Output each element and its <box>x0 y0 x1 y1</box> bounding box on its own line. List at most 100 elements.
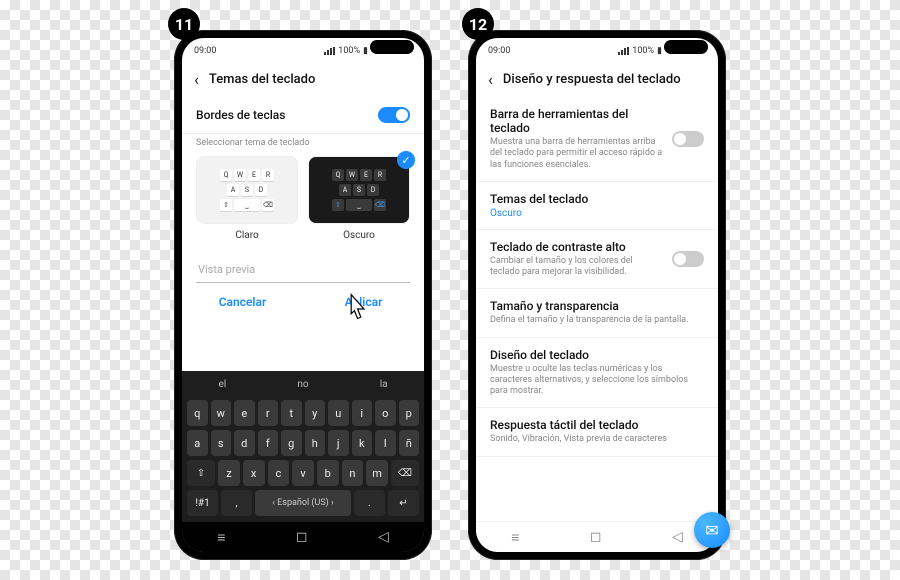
toolbar-toggle[interactable] <box>672 131 704 147</box>
key-m[interactable]: m <box>366 460 388 486</box>
row-themes[interactable]: Temas del teclado Oscuro <box>476 182 718 230</box>
key-t[interactable]: t <box>281 400 302 426</box>
row-layout[interactable]: Diseño del teclado Muestre u oculte las … <box>476 338 718 409</box>
key-p[interactable]: p <box>399 400 420 426</box>
themes-label: Temas del teclado <box>490 192 704 206</box>
cancel-button[interactable]: Cancelar <box>182 295 303 309</box>
signal-icon <box>618 47 629 55</box>
theme-option-light[interactable]: QWER ASD ⇧⎵⌫ Claro <box>196 156 298 241</box>
toolbar-sub: Muestra una barra de herramientas arriba… <box>490 137 664 171</box>
key-s[interactable]: s <box>211 430 232 456</box>
select-theme-label: Seleccionar tema de teclado <box>182 134 424 156</box>
key-q[interactable]: q <box>187 400 208 426</box>
battery-percent: 100% <box>632 46 654 56</box>
back-icon[interactable]: ‹ <box>194 70 199 89</box>
back-icon[interactable]: ‹ <box>488 70 493 89</box>
row-key-borders[interactable]: Bordes de teclas <box>182 97 424 134</box>
chat-support-icon[interactable]: ✉ <box>694 512 730 548</box>
key-comma[interactable]: , <box>221 490 252 516</box>
row-high-contrast[interactable]: Teclado de contraste alto Cambiar el tam… <box>476 230 718 290</box>
battery-icon: ▮ <box>363 46 368 56</box>
android-navbar: ≡ ◻ ◁ <box>182 522 424 552</box>
feedback-label: Respuesta táctil del teclado <box>490 418 704 432</box>
phone-step-11: 11 09:00 100% ▮ ‹ Temas del teclado Bord… <box>174 30 432 560</box>
layout-sub: Muestre u oculte las teclas numéricas y … <box>490 364 704 398</box>
battery-percent: 100% <box>338 46 360 56</box>
feedback-sub: Sonido, Vibración, Vista previa de carac… <box>490 434 704 445</box>
size-sub: Defina el tamaño y la transparencia de l… <box>490 315 704 326</box>
key-a[interactable]: a <box>187 430 208 456</box>
key-z[interactable]: z <box>218 460 240 486</box>
layout-label: Diseño del teclado <box>490 348 704 362</box>
phone-step-12: 12 09:00 100% ▮ ‹ Diseño y respuesta del… <box>468 30 726 560</box>
key-l[interactable]: l <box>375 430 396 456</box>
size-label: Tamaño y transparencia <box>490 299 704 313</box>
nav-recents[interactable]: ≡ <box>511 529 519 546</box>
title-bar: ‹ Temas del teclado <box>182 62 424 97</box>
theme-preview-dark: ✓ QWER ASD ⇧⎵⌫ <box>308 156 410 224</box>
key-k[interactable]: k <box>352 430 373 456</box>
nav-recents[interactable]: ≡ <box>217 529 225 546</box>
key-j[interactable]: j <box>328 430 349 456</box>
key-i[interactable]: i <box>352 400 373 426</box>
step-badge-12: 12 <box>462 8 494 40</box>
key-r[interactable]: r <box>258 400 279 426</box>
key-f[interactable]: f <box>258 430 279 456</box>
key-x[interactable]: x <box>243 460 265 486</box>
key-y[interactable]: y <box>305 400 326 426</box>
key-e[interactable]: e <box>234 400 255 426</box>
key-o[interactable]: o <box>375 400 396 426</box>
suggestion-2[interactable]: no <box>263 371 344 398</box>
key-enye[interactable]: ñ <box>399 430 420 456</box>
key-space[interactable]: ‹ Español (US) › <box>255 490 351 516</box>
keyboard-dark: el no la q w e r t y u i o p a <box>182 371 424 552</box>
contrast-sub: Cambiar el tamaño y los colores del tecl… <box>490 256 664 279</box>
check-icon: ✓ <box>397 151 415 169</box>
key-g[interactable]: g <box>281 430 302 456</box>
apply-button[interactable]: Aplicar <box>303 295 424 309</box>
title-bar: ‹ Diseño y respuesta del teclado <box>476 62 718 97</box>
status-time: 09:00 <box>488 46 510 56</box>
theme-light-label: Claro <box>196 230 298 241</box>
toolbar-label: Barra de herramientas del teclado <box>490 107 664 135</box>
suggestion-3[interactable]: la <box>343 371 424 398</box>
key-symbols[interactable]: !#1 <box>187 490 218 516</box>
key-v[interactable]: v <box>292 460 314 486</box>
nav-back[interactable]: ◁ <box>672 529 683 545</box>
nav-home[interactable]: ◻ <box>590 529 602 545</box>
key-enter[interactable]: ↵ <box>388 490 419 516</box>
camera-cutout <box>664 40 708 54</box>
key-h[interactable]: h <box>305 430 326 456</box>
row-size-transparency[interactable]: Tamaño y transparencia Defina el tamaño … <box>476 289 718 337</box>
key-c[interactable]: c <box>268 460 290 486</box>
key-dot[interactable]: . <box>354 490 385 516</box>
key-b[interactable]: b <box>317 460 339 486</box>
key-u[interactable]: u <box>328 400 349 426</box>
key-shift[interactable]: ⇧ <box>187 460 215 486</box>
preview-input[interactable]: Vista previa <box>196 257 410 283</box>
key-borders-toggle[interactable] <box>378 107 410 123</box>
page-title: Temas del teclado <box>209 72 315 87</box>
nav-back[interactable]: ◁ <box>378 529 389 545</box>
contrast-label: Teclado de contraste alto <box>490 240 664 254</box>
key-backspace[interactable]: ⌫ <box>391 460 419 486</box>
key-borders-label: Bordes de teclas <box>196 108 285 122</box>
contrast-toggle[interactable] <box>672 251 704 267</box>
theme-preview-light: QWER ASD ⇧⎵⌫ <box>196 156 298 224</box>
theme-dark-label: Oscuro <box>308 230 410 241</box>
key-n[interactable]: n <box>342 460 364 486</box>
android-navbar: ≡ ◻ ◁ <box>476 521 718 552</box>
status-time: 09:00 <box>194 46 216 56</box>
themes-value: Oscuro <box>490 208 704 219</box>
step-badge-11: 11 <box>168 8 200 40</box>
row-tactile-feedback[interactable]: Respuesta táctil del teclado Sonido, Vib… <box>476 408 718 456</box>
nav-home[interactable]: ◻ <box>296 529 308 545</box>
battery-icon: ▮ <box>657 46 662 56</box>
theme-option-dark[interactable]: ✓ QWER ASD ⇧⎵⌫ Oscuro <box>308 156 410 241</box>
row-keyboard-toolbar[interactable]: Barra de herramientas del teclado Muestr… <box>476 97 718 182</box>
key-d[interactable]: d <box>234 430 255 456</box>
suggestion-1[interactable]: el <box>182 371 263 398</box>
key-w[interactable]: w <box>211 400 232 426</box>
page-title: Diseño y respuesta del teclado <box>503 72 681 87</box>
signal-icon <box>324 47 335 55</box>
